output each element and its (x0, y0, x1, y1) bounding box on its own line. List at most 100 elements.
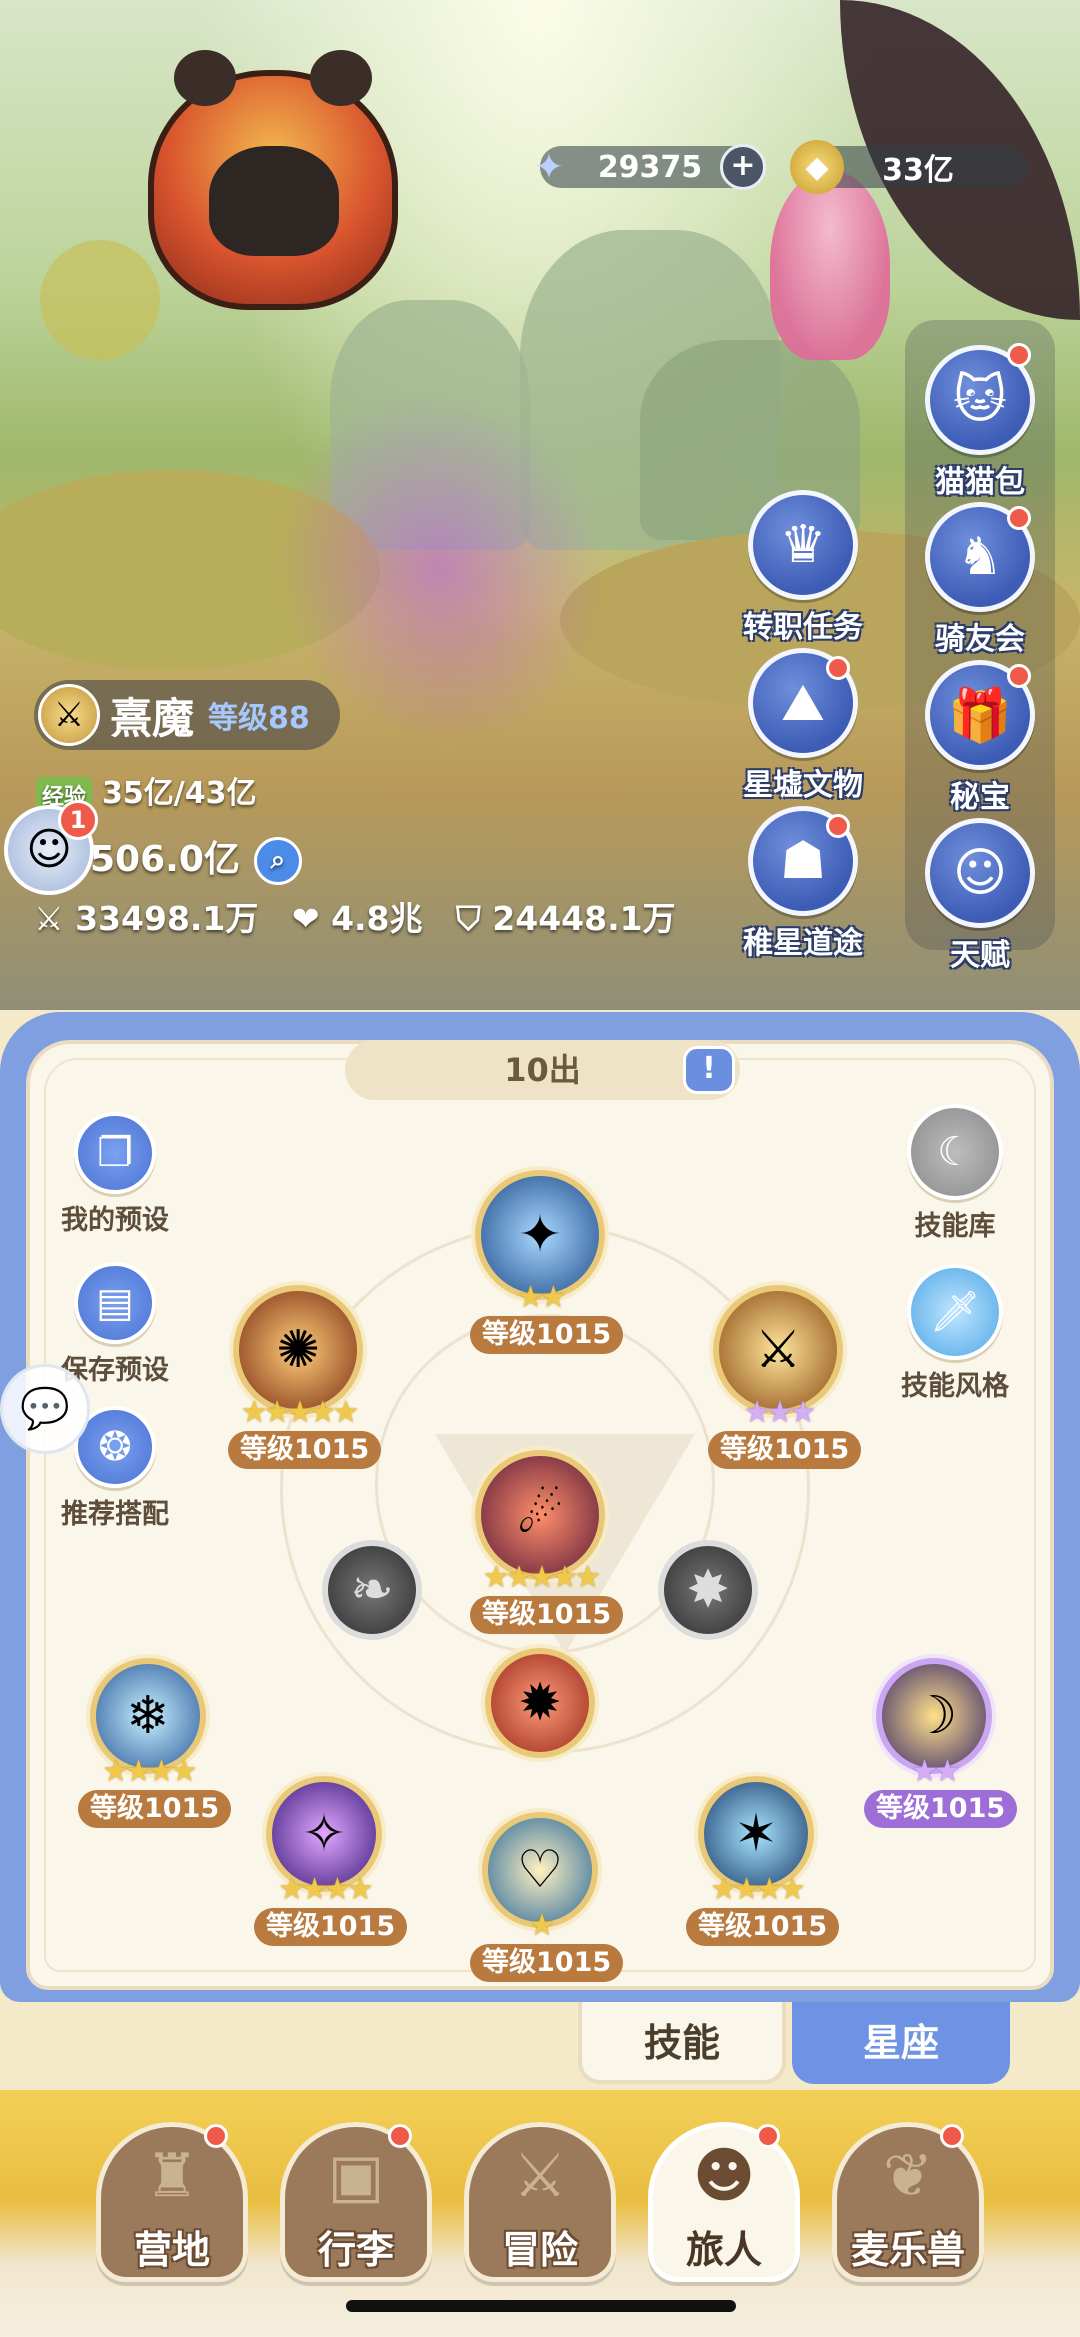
traveler-icon: ☻ (692, 2141, 756, 2211)
young-star-button[interactable]: ☗ 稚星道途 (728, 806, 878, 961)
cat-bag-button[interactable]: 🐱 猫猫包 (905, 343, 1055, 500)
luggage-icon: ▣ (327, 2141, 385, 2211)
gold-coin-icon: ◆ (790, 140, 844, 194)
tree-foliage (40, 240, 160, 360)
nav-camp-label: 营地 (133, 2228, 210, 2272)
skill-slot-upper-left[interactable]: ✺ ★★★★★ 等级1015 (228, 1285, 382, 1469)
nav-luggage[interactable]: ▣ 行李 (276, 2122, 436, 2292)
notification-dot (1007, 664, 1031, 688)
job-change-button[interactable]: ♛ 转职任务 (728, 490, 878, 645)
attack-value: 33498.1万 (75, 899, 259, 938)
player-level: 等级88 (208, 701, 310, 736)
skill-slot-top[interactable]: ✦ ★★ 等级1015 (470, 1170, 624, 1354)
skill-library-label: 技能库 (914, 1211, 996, 1242)
chat-icon[interactable]: 💬 (0, 1364, 90, 1454)
skill-level: 等级1015 (470, 1316, 624, 1354)
skill-slot-bottom[interactable]: ♡ ★ 等级1015 (470, 1812, 624, 1982)
save-icon: ▤ (74, 1262, 156, 1344)
skill-level: 等级1015 (78, 1790, 232, 1828)
tab-skill[interactable]: 技能 (578, 2002, 786, 2084)
search-icon[interactable]: ⌕ (253, 837, 302, 885)
passive-slot-left[interactable]: ❧ (302, 1540, 442, 1640)
skill-stars: ★★ (911, 1754, 961, 1789)
notification-dot (756, 2124, 780, 2148)
notification-dot (826, 656, 850, 680)
notification-dot (940, 2124, 964, 2148)
skill-style-button[interactable]: 🗡 技能风格 (880, 1264, 1030, 1403)
combat-power: 506.0亿 (90, 839, 240, 880)
skill-stars: ★★★★ (102, 1754, 198, 1789)
skill-stars: ★ (528, 1908, 556, 1943)
red-hero-icon: ✹ (485, 1648, 595, 1758)
nav-camp[interactable]: ♜ 营地 (92, 2122, 252, 2292)
heart-icon: ❤ (291, 899, 320, 938)
nav-pets-label: 麦乐兽 (850, 2228, 965, 2272)
skill-library-button[interactable]: ☾ 技能库 (880, 1104, 1030, 1243)
add-currency-button[interactable]: + (720, 144, 766, 190)
player-name-tag[interactable]: ⚔ 熹魔 等级88 (34, 680, 340, 750)
nav-pets[interactable]: ❦ 麦乐兽 (828, 2122, 988, 2292)
moon-star-icon: ☾ (907, 1104, 1003, 1200)
notification-dot (1007, 343, 1031, 367)
preset-cards-icon: ❐ (74, 1112, 156, 1194)
skill-slot-upper-right[interactable]: ⚔ ★★★ 等级1015 (708, 1285, 862, 1469)
info-book-icon[interactable]: ! (683, 1046, 735, 1094)
pet-face (209, 146, 339, 256)
skill-stars: ★★★★ (710, 1872, 806, 1907)
recommend-label: 推荐搭配 (61, 1499, 169, 1530)
skill-slot-low-left[interactable]: ✧ ★★★★ 等级1015 (254, 1776, 408, 1946)
wolf-icon: ✸ (658, 1540, 758, 1640)
sword-leaf-icon: 🗡 (907, 1264, 1003, 1360)
home-indicator[interactable] (346, 2300, 736, 2312)
talent-label: 天赋 (950, 938, 1010, 973)
my-preset-label: 我的预设 (61, 1205, 169, 1236)
skill-count-label: 10出 (504, 1051, 581, 1089)
skill-level: 等级1015 (470, 1596, 624, 1634)
skill-level: 等级1015 (254, 1908, 408, 1946)
talent-button[interactable]: ☺ 天赋 (905, 818, 1055, 973)
shield-icon: ⛉ (456, 899, 481, 938)
castle-icon: ♜ (145, 2141, 199, 2211)
tab-constellation-label: 星座 (862, 2021, 939, 2065)
skill-level: 等级1015 (708, 1431, 862, 1469)
notification-dot (204, 2124, 228, 2148)
player-name: 熹魔 (110, 693, 195, 743)
skill-slot-right-mid[interactable]: ☽ ★★ 等级1015 (864, 1658, 1018, 1828)
attack-icon: ⚔ (34, 899, 64, 938)
tab-skill-label: 技能 (643, 2021, 720, 2065)
skill-stars: ★★ (517, 1280, 567, 1315)
skill-slot-left-mid[interactable]: ❄ ★★★★ 等级1015 (78, 1658, 232, 1828)
rider-club-label: 骑友会 (935, 622, 1025, 657)
notification-dot (1007, 506, 1031, 530)
avatar-badge: 1 (58, 800, 98, 840)
rider-club-button[interactable]: ♞ 骑友会 (905, 502, 1055, 657)
passive-slot-right[interactable]: ✸ (638, 1540, 778, 1640)
crown-hand-icon: ♛ (748, 490, 858, 600)
skill-slot-low-right[interactable]: ✶ ★★★★ 等级1015 (686, 1776, 840, 1946)
skill-count-bar: 10出 (345, 1040, 740, 1100)
star-amount: 29375 (597, 149, 703, 185)
crossed-swords-icon: ⚔ (513, 2141, 567, 2211)
skill-slot-center[interactable]: ☄ ★★★★★ 等级1015 (470, 1450, 624, 1634)
nav-adventure[interactable]: ⚔ 冒险 (460, 2122, 620, 2292)
young-star-label: 稚星道途 (743, 926, 863, 961)
skill-slot-core[interactable]: ✹ (470, 1648, 610, 1758)
my-preset-button[interactable]: ❐ 我的预设 (40, 1112, 190, 1237)
gold-amount: 33亿 (882, 153, 954, 188)
nav-luggage-label: 行李 (317, 2228, 394, 2272)
ruins-relic-label: 星墟文物 (743, 768, 863, 803)
skill-level: 等级1015 (228, 1431, 382, 1469)
notification-dot (826, 814, 850, 838)
treasure-button[interactable]: 🎁 秘宝 (905, 660, 1055, 815)
tab-constellation[interactable]: 星座 (792, 2002, 1010, 2084)
fox-icon: ❦ (882, 2141, 934, 2211)
player-emblem-icon: ⚔ (38, 684, 100, 746)
star-currency: ✦ 29375 + (534, 144, 766, 190)
ruins-relic-button[interactable]: ⛰ 星墟文物 (728, 648, 878, 803)
pet-companion[interactable] (148, 50, 398, 310)
defense-value: 24448.1万 (492, 899, 676, 938)
notification-dot (388, 2124, 412, 2148)
player-character[interactable] (770, 170, 890, 360)
hp-value: 4.8兆 (331, 899, 423, 938)
nav-traveler[interactable]: ☻ 旅人 (644, 2122, 804, 2292)
